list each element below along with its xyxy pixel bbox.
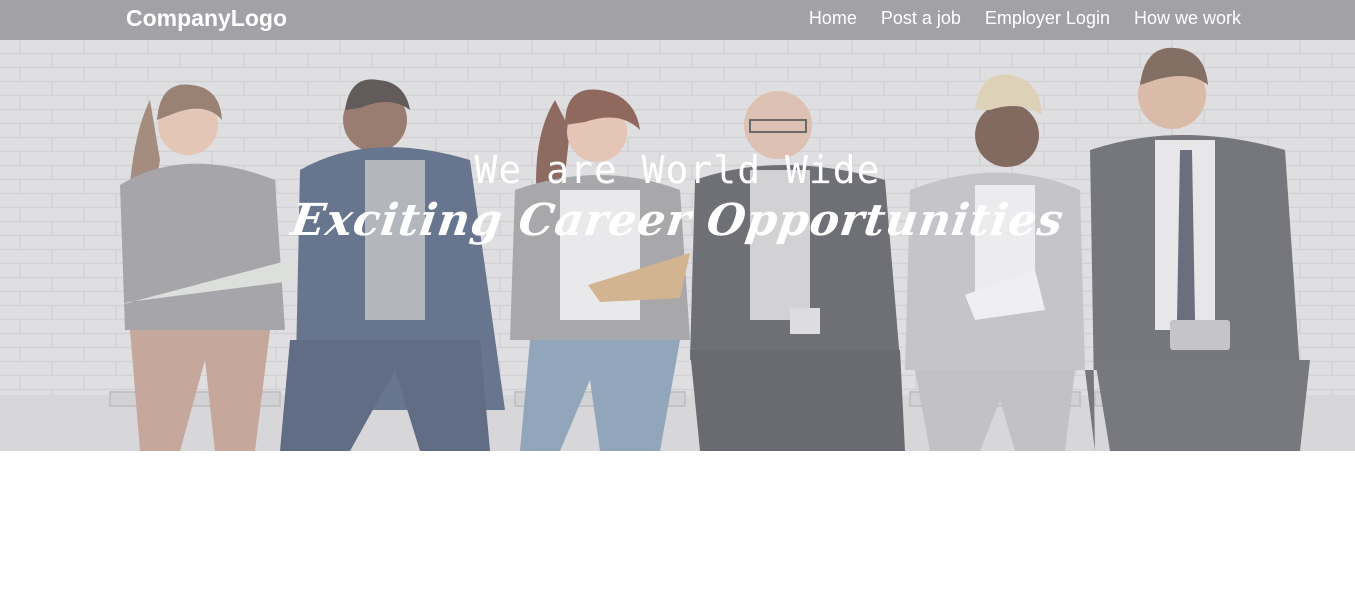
nav-post-job-link[interactable]: Post a job (881, 8, 961, 29)
main-nav: Home Post a job Employer Login How we wo… (809, 8, 1241, 29)
page-content-area (0, 451, 1355, 608)
hero-banner: We are World Wide Exciting Career Opport… (0, 40, 1355, 451)
hero-tagline: Exciting Career Opportunities (288, 195, 1067, 246)
nav-employer-login-link[interactable]: Employer Login (985, 8, 1110, 29)
top-navbar: CompanyLogo Home Post a job Employer Log… (0, 0, 1355, 40)
hero-headline: We are World Wide (474, 148, 881, 192)
nav-how-we-work-link[interactable]: How we work (1134, 8, 1241, 29)
nav-home-link[interactable]: Home (809, 8, 857, 29)
company-logo[interactable]: CompanyLogo (126, 5, 287, 32)
